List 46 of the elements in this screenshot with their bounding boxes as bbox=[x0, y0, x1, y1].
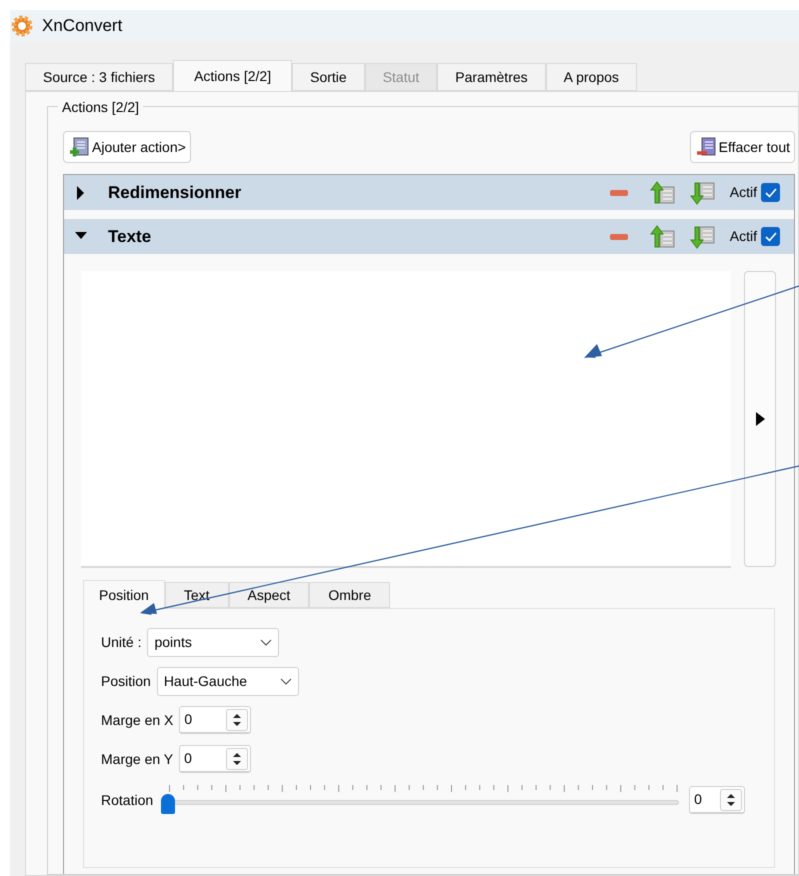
active-label: Actif bbox=[730, 183, 757, 202]
field-label: Unité : bbox=[101, 632, 142, 652]
move-down-icon[interactable] bbox=[690, 180, 716, 204]
rotation-slider[interactable] bbox=[161, 783, 680, 817]
action-header[interactable]: Texte Actif bbox=[64, 219, 794, 254]
active-label: Actif bbox=[730, 227, 757, 246]
slider-thumb[interactable] bbox=[161, 794, 176, 814]
action-header[interactable]: Redimensionner Actif bbox=[64, 175, 794, 210]
number-field[interactable]: 0 bbox=[179, 706, 252, 734]
add-action-button[interactable]: Ajouter action> bbox=[63, 131, 191, 163]
tab[interactable]: Sortie bbox=[292, 63, 365, 91]
tab[interactable]: Position bbox=[83, 580, 165, 609]
field-label: Marge en Y bbox=[101, 750, 174, 769]
chevron-down-icon bbox=[260, 638, 272, 646]
active-checkbox[interactable] bbox=[761, 183, 780, 202]
move-up-icon[interactable] bbox=[650, 224, 676, 248]
action-name: Redimensionner bbox=[108, 182, 242, 204]
field-label: Rotation bbox=[101, 790, 154, 810]
field-label: Marge en X bbox=[101, 710, 174, 730]
window-title: XnConvert bbox=[42, 14, 122, 37]
app-logo-icon bbox=[10, 14, 34, 38]
spinner-arrows-icon[interactable] bbox=[720, 788, 742, 810]
action-name: Texte bbox=[108, 226, 152, 248]
spinner-arrows-icon[interactable] bbox=[226, 708, 248, 730]
tab[interactable]: Source : 3 fichiers bbox=[25, 63, 174, 91]
tab[interactable]: Aspect bbox=[228, 582, 310, 608]
checkmark-icon bbox=[764, 232, 776, 242]
checkmark-icon bbox=[764, 188, 776, 198]
tab[interactable]: Paramètres bbox=[437, 63, 546, 91]
active-checkbox[interactable] bbox=[761, 227, 780, 246]
tab[interactable]: Ombre bbox=[309, 582, 390, 608]
move-up-icon[interactable] bbox=[650, 180, 676, 204]
dropdown[interactable]: Haut-Gauche bbox=[156, 666, 299, 696]
dropdown[interactable]: points bbox=[147, 628, 280, 656]
tab[interactable]: A propos bbox=[546, 63, 637, 91]
tab[interactable]: Text bbox=[164, 582, 228, 608]
number-field[interactable]: 0 bbox=[689, 786, 746, 814]
spinner-arrows-icon[interactable] bbox=[226, 748, 248, 770]
move-down-icon[interactable] bbox=[690, 224, 716, 248]
chevron-down-icon bbox=[280, 678, 292, 684]
clear-all-button[interactable]: Effacer tout bbox=[690, 131, 795, 163]
field-label: Position bbox=[101, 672, 151, 690]
expand-arrow-icon[interactable] bbox=[75, 186, 87, 200]
expand-arrow-icon bbox=[756, 412, 765, 426]
tab[interactable]: Actions [2/2] bbox=[173, 60, 292, 92]
number-field[interactable]: 0 bbox=[179, 745, 252, 773]
